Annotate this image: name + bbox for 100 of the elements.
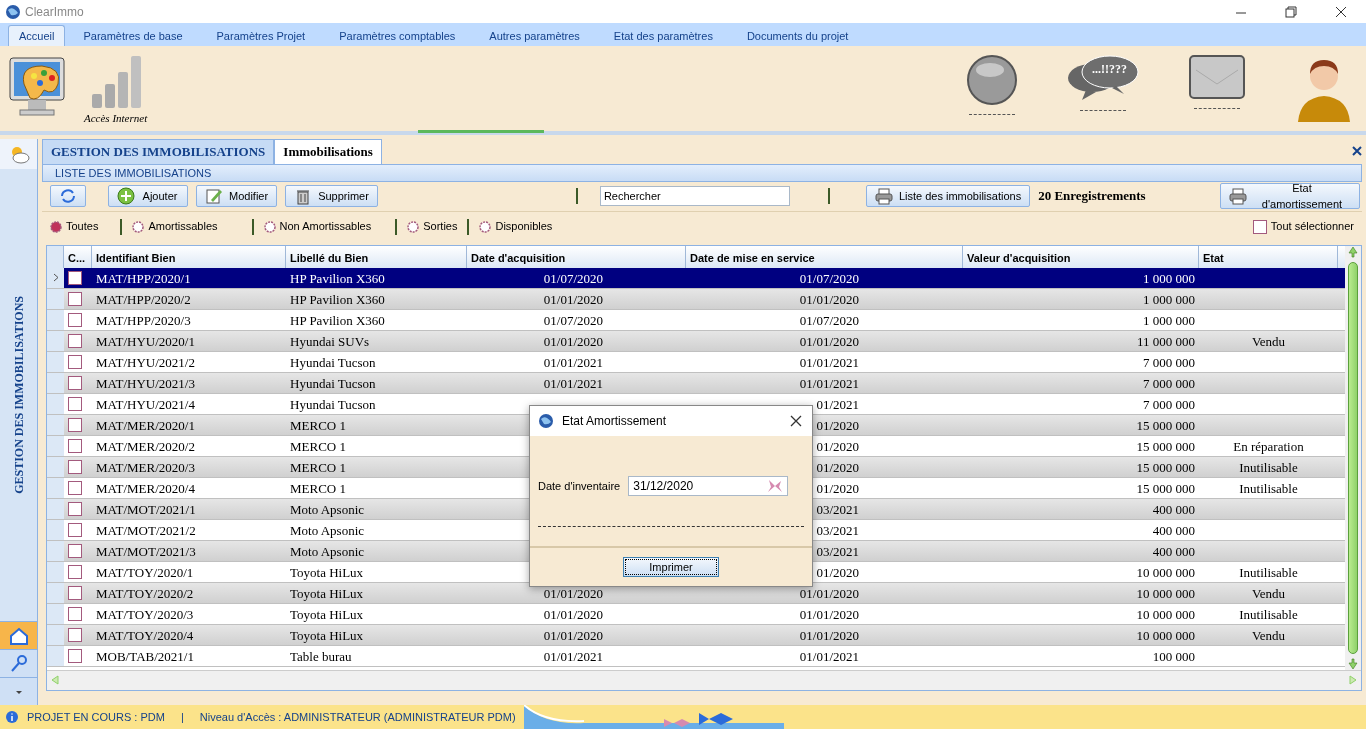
table-cell: 01/07/2020 [799,270,859,286]
window-title: ClearImmo [25,3,84,21]
table-cell: MERCO 1 [290,480,346,496]
table-cell: 01/2020 [816,480,859,496]
table-cell: 15 000 000 [1136,438,1195,454]
table-cell: MAT/MER/2020/1 [96,417,195,433]
table-cell: 01/01/2020 [799,627,859,643]
table-cell: Moto Apsonic [290,522,365,538]
table-cell: 01/2020 [816,459,859,475]
table-cell: MAT/MER/2020/2 [96,438,195,454]
table-cell: 01/07/2020 [799,312,859,328]
table-cell: 400 000 [1152,501,1195,517]
table-cell: 03/2021 [816,522,859,538]
table-cell: 11 000 000 [1136,333,1195,349]
table-cell: 01/01/2021 [543,375,603,391]
table-cell: MAT/MOT/2021/1 [96,501,196,517]
internet-label: Accès Internet [84,111,148,126]
table-cell: 01/2020 [816,417,859,433]
status-separator: | [180,709,184,725]
access-level: Niveau d'Accès : ADMINISTRATEUR (ADMINISTRATEUR PDM) [199,709,516,725]
table-cell: 01/01/2020 [543,333,603,349]
table-cell: 01/2020 [816,438,859,454]
table-cell: Moto Apsonic [290,501,365,517]
field-label: Date d'inventaire [538,478,621,494]
table-cell: Vendu [1251,585,1286,601]
table-cell: 01/01/2020 [543,585,603,601]
table-cell: Hyundai Tucson [290,375,376,391]
table-cell: MERCO 1 [290,459,346,475]
table-cell: HP Pavilion X360 [290,291,385,307]
table-cell: 01/01/2020 [799,606,859,622]
table-cell: MAT/MER/2020/4 [96,480,195,496]
table-cell: Inutilisable [1239,564,1298,580]
table-cell: En réparation [1233,438,1304,454]
table-cell: 1 000 000 [1143,291,1195,307]
table-cell: 7 000 000 [1143,396,1195,412]
table-cell: 01/01/2020 [543,627,603,643]
table-cell: 100 000 [1152,648,1195,664]
table-cell: 1 000 000 [1143,270,1195,286]
table-cell: MAT/HYU/2020/1 [96,333,195,349]
table-cell: 01/07/2020 [543,312,603,328]
table-cell: MAT/HPP/2020/3 [96,312,191,328]
table-cell: 01/01/2020 [543,606,603,622]
table-cell: Toyota HiLux [290,585,364,601]
dialog-title: Etat Amortissement [562,413,667,430]
table-cell: MAT/HYU/2021/4 [96,396,195,412]
table-cell: Toyota HiLux [290,606,364,622]
messages-text: ...!!??? [1092,61,1127,78]
table-cell: 01/2021 [816,396,859,412]
table-cell: Inutilisable [1239,480,1298,496]
table-cell: HP Pavilion X360 [290,312,385,328]
table-cell: 01/01/2020 [543,291,603,307]
table-cell: MAT/HYU/2021/3 [96,375,195,391]
table-cell: 10 000 000 [1136,564,1195,580]
table-cell: Hyundai Tucson [290,396,376,412]
table-cell: 03/2021 [816,543,859,559]
table-cell: 01/01/2021 [543,354,603,370]
table-cell: 01/07/2020 [543,270,603,286]
table-cell: MAT/HYU/2021/2 [96,354,195,370]
table-cell: Toyota HiLux [290,627,364,643]
table-cell: MAT/HPP/2020/2 [96,291,191,307]
table-cell: MOB/TAB/2021/1 [96,648,194,664]
table-cell: Hyundai Tucson [290,354,376,370]
table-cell: 7 000 000 [1143,375,1195,391]
table-cell: MAT/TOY/2020/3 [96,606,194,622]
table-cell: 15 000 000 [1136,417,1195,433]
table-cell: 10 000 000 [1136,585,1195,601]
table-cell: 01/01/2021 [543,648,603,664]
table-cell: MAT/HPP/2020/1 [96,270,191,286]
table-cell: 1 000 000 [1143,312,1195,328]
table-cell: 400 000 [1152,543,1195,559]
table-cell: Hyundai SUVs [290,333,370,349]
table-cell: 15 000 000 [1136,480,1195,496]
project-status: PROJET EN COURS : PDM [27,709,165,725]
table-cell: MAT/TOY/2020/4 [96,627,194,643]
table-cell: 01/01/2021 [799,354,859,370]
table-cell: 10 000 000 [1136,606,1195,622]
table-cell: MAT/MOT/2021/3 [96,543,196,559]
table-cell: MAT/MOT/2021/2 [96,522,196,538]
table-cell: MERCO 1 [290,438,346,454]
table-cell: Toyota HiLux [290,564,364,580]
table-cell: MERCO 1 [290,417,346,433]
table-cell: 01/01/2020 [799,585,859,601]
panel-header: LISTE DES IMMOBILISATIONS [42,163,1362,182]
table-cell: 7 000 000 [1143,354,1195,370]
table-cell: MAT/TOY/2020/2 [96,585,194,601]
table-cell: Inutilisable [1239,459,1298,475]
table-cell: MAT/TOY/2020/1 [96,564,194,580]
table-cell: 01/01/2020 [799,291,859,307]
table-cell: 01/2020 [816,564,859,580]
table-cell: 400 000 [1152,522,1195,538]
table-cell: Vendu [1251,627,1286,643]
table-cell: 10 000 000 [1136,627,1195,643]
table-cell: Table burau [290,648,352,664]
table-cell: Moto Apsonic [290,543,365,559]
table-cell: 01/01/2021 [799,375,859,391]
table-cell: 01/01/2020 [799,333,859,349]
table-cell: Inutilisable [1239,606,1298,622]
table-cell: Vendu [1251,333,1286,349]
table-cell: HP Pavilion X360 [290,270,385,286]
sidebar-title: GESTION DES IMMOBILISATIONS [10,296,27,494]
